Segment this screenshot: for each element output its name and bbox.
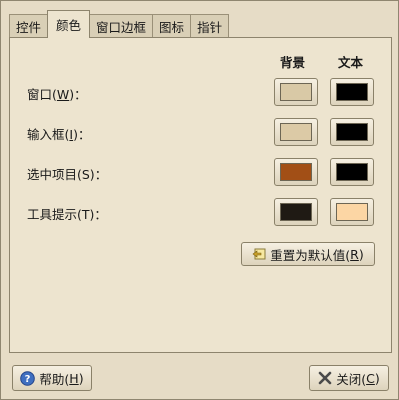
close-icon: [318, 371, 332, 385]
selected-background-color-button[interactable]: [274, 158, 318, 186]
tab-pointer[interactable]: 指针: [190, 14, 230, 38]
tab-bar: 控件 颜色 窗口边框 图标 指针: [9, 10, 230, 38]
color-swatch: [280, 83, 312, 101]
tab-label: 窗口边框: [96, 20, 147, 35]
input-text-color-button[interactable]: [330, 118, 374, 146]
colors-panel: 背景 文本 窗口(W)： 输入框(I)： 选中项目(S)： 工具提示(T)： 重…: [9, 37, 392, 353]
tab-label: 图标: [159, 20, 185, 35]
color-swatch: [336, 123, 368, 141]
text-column-header: 文本: [338, 55, 364, 70]
tab-label: 指针: [197, 20, 223, 35]
selected-text-color-button[interactable]: [330, 158, 374, 186]
color-swatch: [336, 163, 368, 181]
selected-item-color-label: 选中项目(S)：: [27, 167, 108, 182]
input-color-label: 输入框(I)：: [27, 127, 91, 142]
tooltip-background-color-button[interactable]: [274, 198, 318, 226]
help-button[interactable]: ? 帮助(H): [12, 365, 92, 391]
reset-defaults-button[interactable]: 重置为默认值(R): [241, 242, 375, 266]
color-swatch: [280, 123, 312, 141]
tooltip-text-color-button[interactable]: [330, 198, 374, 226]
window-color-label: 窗口(W)：: [27, 87, 87, 102]
color-swatch: [336, 203, 368, 221]
appearance-dialog: 控件 颜色 窗口边框 图标 指针 背景 文本 窗口(W)： 输入框(I)： 选中: [0, 0, 399, 400]
color-swatch: [280, 163, 312, 181]
input-background-color-button[interactable]: [274, 118, 318, 146]
tab-window-border[interactable]: 窗口边框: [89, 14, 154, 38]
tab-colors[interactable]: 颜色: [47, 10, 91, 38]
tab-icons[interactable]: 图标: [152, 14, 192, 38]
window-background-color-button[interactable]: [274, 78, 318, 106]
background-column-header: 背景: [280, 55, 306, 70]
tab-controls[interactable]: 控件: [9, 14, 49, 38]
help-icon: ?: [20, 370, 36, 386]
svg-text:?: ?: [25, 374, 31, 385]
tab-label: 控件: [16, 20, 42, 35]
revert-icon: [252, 247, 266, 261]
color-swatch: [280, 203, 312, 221]
tooltip-color-label: 工具提示(T)：: [27, 207, 107, 222]
color-swatch: [336, 83, 368, 101]
tab-label: 颜色: [56, 18, 82, 33]
window-text-color-button[interactable]: [330, 78, 374, 106]
close-button[interactable]: 关闭(C): [309, 365, 389, 391]
